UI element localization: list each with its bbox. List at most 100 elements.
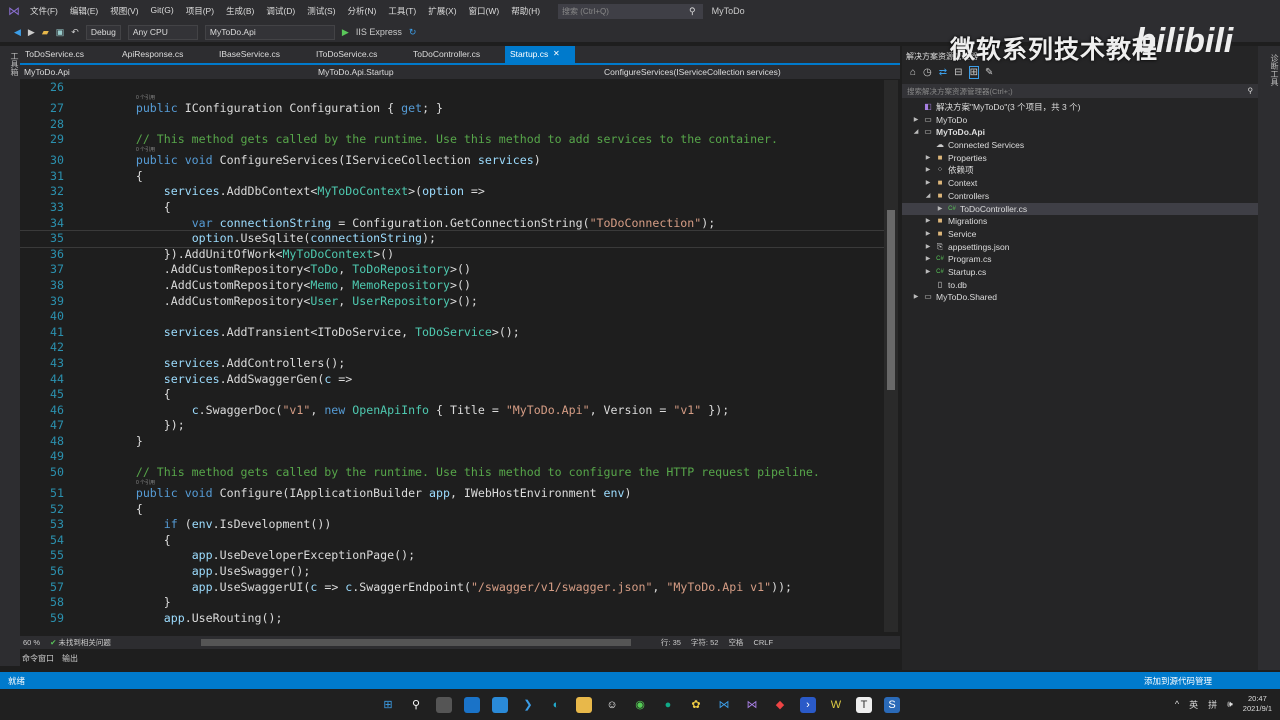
code-line[interactable]: 52 { [20, 502, 884, 518]
powershell-icon[interactable]: › [800, 696, 816, 713]
tree-item[interactable]: ▯ to.db [902, 279, 1258, 292]
tree-item[interactable]: ▶ ■ Context [902, 177, 1258, 190]
qq-icon[interactable]: ☺ [604, 697, 620, 713]
code-text[interactable]: var connectionString = Configuration.Get… [80, 216, 716, 232]
code-text[interactable]: option.UseSqlite(connectionString); [80, 231, 436, 247]
code-line[interactable]: 40 [20, 309, 884, 325]
tree-item[interactable]: ▶ ▭ MyToDo.Shared [902, 291, 1258, 304]
start-icon[interactable]: ⊞ [380, 697, 396, 713]
menu-item[interactable]: 文件(F) [30, 5, 58, 17]
back-icon[interactable]: ◀ [14, 27, 21, 38]
tree-item[interactable]: ▶ ⎘ appsettings.json [902, 241, 1258, 254]
wrench-icon[interactable]: ✎ [985, 67, 993, 78]
app-icon[interactable]: ◆ [772, 697, 788, 713]
store-icon[interactable] [492, 696, 508, 713]
code-text[interactable]: services.AddDbContext<MyToDoContext>(opt… [80, 184, 485, 200]
widgets-icon[interactable] [464, 696, 480, 713]
menu-item[interactable]: 窗口(W) [469, 5, 500, 17]
startup-project-dropdown[interactable]: MyToDo.Api [204, 24, 335, 40]
visual-studio-icon[interactable]: ⋈ [744, 697, 760, 713]
add-to-source-control-button[interactable]: 添加到源代码管理 [1144, 675, 1212, 687]
tree-item[interactable]: ◢ ▭ MyToDo.Api [902, 126, 1258, 139]
expand-arrow-icon[interactable]: ▶ [910, 114, 922, 127]
app-icon[interactable]: W [828, 697, 844, 713]
task-view-icon[interactable] [436, 696, 452, 713]
app-icon[interactable]: S [884, 696, 900, 713]
code-text[interactable]: { [80, 502, 143, 518]
code-text[interactable]: app.UseSwaggerUI(c => c.SwaggerEndpoint(… [80, 580, 792, 596]
expand-arrow-icon[interactable]: ▶ [922, 152, 934, 165]
code-text[interactable]: app.UseRouting(); [80, 611, 283, 627]
code-line[interactable]: 0 个引用 51 public void Configure(IApplicati… [20, 480, 884, 502]
menu-item[interactable]: 编辑(E) [70, 5, 98, 17]
menu-item[interactable]: Git(G) [151, 5, 174, 17]
code-line[interactable]: 49 [20, 449, 884, 465]
code-line[interactable]: 50 // This method gets called by the run… [20, 465, 884, 481]
menu-item[interactable]: 生成(B) [226, 5, 254, 17]
issues-status[interactable]: 未找到相关问题 [58, 637, 111, 648]
code-line[interactable]: 38 .AddCustomRepository<Memo, MemoReposi… [20, 278, 884, 294]
app-icon[interactable]: ● [660, 697, 676, 713]
expand-arrow-icon[interactable]: ▶ [922, 177, 934, 190]
code-text[interactable]: app.UseSwagger(); [80, 564, 311, 580]
volume-icon[interactable]: 🕪 [1227, 699, 1233, 710]
code-line[interactable]: 41 services.AddTransient<IToDoService, T… [20, 325, 884, 341]
expand-arrow-icon[interactable]: ◢ [910, 126, 922, 139]
code-line[interactable]: 45 { [20, 387, 884, 403]
tree-item[interactable]: ▶ ⁘ 依赖项 [902, 164, 1258, 177]
code-line[interactable]: 26 [20, 80, 884, 96]
app-icon[interactable]: ✿ [688, 697, 704, 713]
code-line[interactable]: 57 app.UseSwaggerUI(c => c.SwaggerEndpoi… [20, 580, 884, 596]
edge-icon[interactable]: ◐ [548, 697, 564, 713]
explorer-icon[interactable] [576, 696, 592, 713]
code-text[interactable]: .AddCustomRepository<ToDo, ToDoRepositor… [80, 262, 471, 278]
code-line[interactable]: 59 app.UseRouting(); [20, 611, 884, 627]
code-line[interactable]: 53 if (env.IsDevelopment()) [20, 517, 884, 533]
code-text[interactable]: services.AddTransient<IToDoService, ToDo… [80, 325, 520, 341]
tab-startup-cs[interactable]: Startup.cs [505, 46, 575, 63]
code-line[interactable]: 0 个引用 30 public void ConfigureServices(IS… [20, 147, 884, 169]
menu-item[interactable]: 分析(N) [348, 5, 377, 17]
vscode-icon[interactable]: ⋈ [716, 697, 732, 713]
menu-item[interactable]: 工具(T) [388, 5, 416, 17]
code-line[interactable]: 46 c.SwaggerDoc("v1", new OpenApiInfo { … [20, 403, 884, 419]
search-input[interactable]: 搜索 (Ctrl+Q) [558, 3, 704, 19]
code-text[interactable]: app.UseDeveloperExceptionPage(); [80, 548, 415, 564]
code-line[interactable]: 37 .AddCustomRepository<ToDo, ToDoReposi… [20, 262, 884, 278]
expand-arrow-icon[interactable]: ▶ [922, 253, 934, 266]
code-text[interactable]: public void ConfigureServices(IServiceCo… [80, 153, 541, 169]
expand-arrow-icon[interactable]: ▶ [922, 164, 934, 177]
code-text[interactable]: c.SwaggerDoc("v1", new OpenApiInfo { Tit… [80, 403, 730, 419]
class-nav-dropdown[interactable]: MyToDo.Api.Startup [310, 67, 590, 77]
tree-item[interactable]: ▶ ▭ MyToDo [902, 114, 1258, 127]
code-line[interactable]: 33 { [20, 200, 884, 216]
codelens-references[interactable]: 0 个引用 [136, 480, 155, 486]
expand-arrow-icon[interactable]: ▶ [922, 215, 934, 228]
menu-item[interactable]: 调试(D) [266, 5, 295, 17]
code-text[interactable]: { [80, 200, 171, 216]
code-text[interactable]: } [80, 434, 143, 450]
code-text[interactable]: public IConfiguration Configuration { ge… [80, 101, 443, 117]
sync-icon[interactable]: ⇄ [939, 67, 947, 78]
expand-arrow-icon[interactable]: ▶ [922, 266, 934, 279]
search-icon[interactable]: ⚲ [408, 697, 424, 713]
tab-todoservice-cs[interactable]: ToDoService.cs [20, 46, 117, 63]
codelens-references[interactable]: 0 个引用 [136, 147, 155, 153]
tree-item[interactable]: ◢ ■ Controllers [902, 190, 1258, 203]
config-dropdown[interactable]: Debug [85, 24, 121, 40]
code-text[interactable]: .AddCustomRepository<User, UserRepositor… [80, 294, 478, 310]
zoom-level[interactable]: 60 % [23, 638, 40, 647]
code-editor[interactable]: 26 0 个引用 27 public IConfiguration Configur… [20, 80, 884, 632]
code-text[interactable]: if (env.IsDevelopment()) [80, 517, 332, 533]
diagnostics-strip[interactable]: 诊断工具 [1258, 46, 1280, 670]
wechat-icon[interactable]: ◉ [632, 697, 648, 713]
menu-item[interactable]: 项目(P) [186, 5, 214, 17]
notepad-icon[interactable]: T [856, 696, 872, 713]
expand-arrow-icon[interactable]: ▶ [910, 291, 922, 304]
code-line[interactable]: 31 { [20, 169, 884, 185]
expand-arrow-icon[interactable]: ▶ [922, 241, 934, 254]
tree-item[interactable]: ▶ ■ Migrations [902, 215, 1258, 228]
toolbox-strip[interactable]: 工具箱 [0, 46, 20, 666]
tab-ibaseservice-cs[interactable]: IBaseService.cs [214, 46, 311, 63]
save-icon[interactable]: ▣ [56, 27, 65, 38]
